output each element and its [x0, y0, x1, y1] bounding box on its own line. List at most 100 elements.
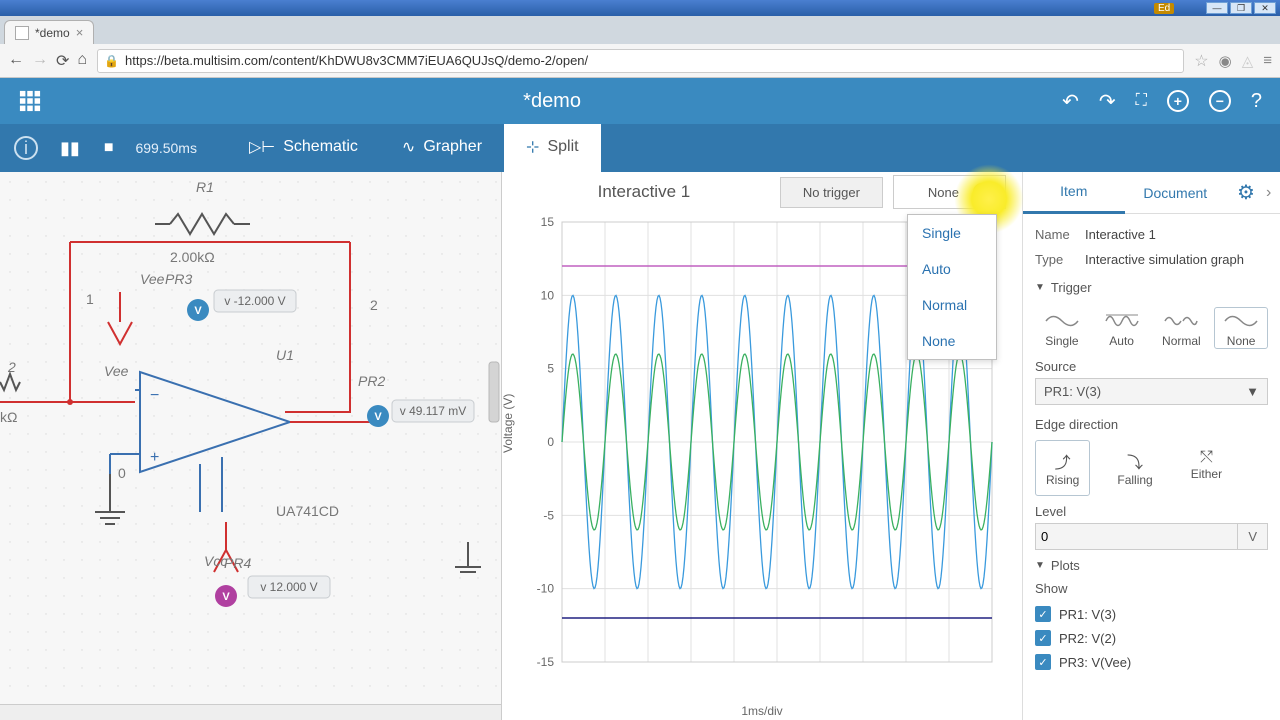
stop-icon[interactable]: ■	[104, 139, 114, 157]
tab-title: *demo	[35, 26, 70, 40]
svg-text:PR4: PR4	[224, 555, 251, 571]
lock-icon: 🔒	[104, 54, 119, 68]
svg-text:-10: -10	[537, 582, 555, 596]
dropdown-option-single[interactable]: Single	[908, 215, 996, 251]
trigger-mode-dropdown[interactable]: None ▼ Single Auto Normal None	[893, 175, 1006, 209]
svg-text:-5: -5	[543, 508, 554, 522]
zoom-in-button[interactable]: +	[1167, 90, 1189, 112]
svg-text:1: 1	[86, 291, 94, 307]
edge-label: Edge direction	[1035, 417, 1268, 432]
plot-checkbox-pr3[interactable]: ✓PR3: V(Vee)	[1035, 650, 1268, 674]
tab-grapher[interactable]: ∿ Grapher	[380, 124, 504, 172]
svg-text:−: −	[150, 387, 159, 404]
ext-icon-1[interactable]: ◉	[1219, 52, 1232, 70]
type-label: Type	[1035, 252, 1085, 267]
chevron-down-icon: ▼	[1035, 560, 1045, 571]
svg-text:U1: U1	[276, 347, 294, 363]
name-value: Interactive 1	[1085, 227, 1156, 242]
properties-sidebar: Item Document ⚙ › NameInteractive 1 Type…	[1022, 172, 1280, 720]
url-input[interactable]: 🔒 https://beta.multisim.com/content/KhDW…	[97, 49, 1184, 73]
ext-icon-2[interactable]: ◬	[1242, 52, 1254, 70]
split-icon: ⊹	[526, 137, 539, 157]
trigger-mode-normal[interactable]: Normal	[1155, 307, 1209, 349]
no-trigger-button[interactable]: No trigger	[780, 177, 883, 208]
svg-text:V: V	[194, 305, 202, 317]
y-axis-label: Voltage (V)	[501, 394, 515, 453]
fullscreen-icon[interactable]: ⛶	[1136, 92, 1147, 110]
svg-text:V: V	[222, 591, 230, 603]
chevron-down-icon: ▼	[1246, 384, 1259, 399]
sidebar-tab-item[interactable]: Item	[1023, 172, 1125, 214]
help-icon[interactable]: ?	[1251, 90, 1262, 113]
toolbar: i ▮▮ ■ 699.50ms ▷⊢ Schematic ∿ Grapher ⊹…	[0, 124, 1280, 172]
schematic-panel[interactable]: −+VVVv -12.000 Vv 49.117 mVv 12.000 VR12…	[0, 172, 502, 720]
minimize-button[interactable]: —	[1206, 2, 1228, 14]
svg-text:2: 2	[7, 359, 16, 375]
svg-text:0: 0	[547, 435, 554, 449]
name-label: Name	[1035, 227, 1085, 242]
horizontal-scrollbar[interactable]	[0, 704, 501, 720]
trigger-section[interactable]: ▼Trigger	[1035, 272, 1268, 301]
maximize-button[interactable]: ❐	[1230, 2, 1252, 14]
plots-section[interactable]: ▼Plots	[1035, 550, 1268, 579]
svg-text:UA741CD: UA741CD	[276, 503, 339, 519]
tab-schematic[interactable]: ▷⊢ Schematic	[227, 124, 380, 172]
level-input[interactable]	[1035, 523, 1238, 550]
trigger-mode-single[interactable]: Single	[1035, 307, 1089, 349]
trigger-mode-auto[interactable]: Auto	[1095, 307, 1149, 349]
edge-either[interactable]: ⤲Either	[1180, 440, 1233, 496]
checkbox-icon: ✓	[1035, 630, 1051, 646]
svg-text:5: 5	[547, 362, 554, 376]
redo-icon[interactable]: ↷	[1099, 89, 1116, 114]
app-menu-icon[interactable]	[0, 90, 60, 112]
trigger-mode-none[interactable]: None	[1214, 307, 1268, 349]
browser-tab[interactable]: *demo ×	[4, 20, 94, 44]
dropdown-option-auto[interactable]: Auto	[908, 251, 996, 287]
svg-text:2: 2	[370, 297, 378, 313]
svg-text:v 12.000 V: v 12.000 V	[260, 580, 317, 594]
level-label: Level	[1035, 504, 1268, 519]
svg-text:V: V	[374, 411, 382, 423]
checkbox-icon: ✓	[1035, 606, 1051, 622]
app-header: *demo ↶ ↷ ⛶ + − ?	[0, 78, 1280, 124]
graph-title: Interactive 1	[518, 182, 770, 202]
plot-checkbox-pr1[interactable]: ✓PR1: V(3)	[1035, 602, 1268, 626]
edge-falling[interactable]: ⤵Falling	[1106, 440, 1163, 496]
dropdown-option-normal[interactable]: Normal	[908, 287, 996, 323]
dropdown-option-none[interactable]: None	[908, 323, 996, 359]
gear-icon[interactable]: ⚙	[1226, 180, 1266, 205]
plot-checkbox-pr2[interactable]: ✓PR2: V(2)	[1035, 626, 1268, 650]
grapher-panel: Interactive 1 No trigger None ▼ Single A…	[502, 172, 1022, 720]
svg-text:v 49.117 mV: v 49.117 mV	[400, 404, 466, 418]
close-tab-icon[interactable]: ×	[76, 25, 84, 40]
reload-icon[interactable]: ⟳	[56, 51, 69, 71]
sidebar-tab-document[interactable]: Document	[1125, 173, 1227, 213]
window-titlebar: Ed — ❐ ✕	[0, 0, 1280, 16]
x-axis-label: 1ms/div	[741, 704, 782, 718]
chevron-right-icon[interactable]: ›	[1266, 184, 1280, 202]
svg-text:Vee: Vee	[140, 271, 165, 287]
svg-text:+: +	[150, 449, 159, 466]
edge-rising[interactable]: ⤴Rising	[1035, 440, 1090, 496]
tab-split[interactable]: ⊹ Split	[504, 124, 601, 172]
document-title: *demo	[60, 90, 1044, 113]
star-icon[interactable]: ☆	[1194, 51, 1208, 71]
source-select[interactable]: PR1: V(3)▼	[1035, 378, 1268, 405]
page-favicon	[15, 26, 29, 40]
svg-text:PR2: PR2	[358, 373, 385, 389]
svg-text:10: 10	[541, 288, 555, 302]
svg-text:R1: R1	[196, 179, 214, 195]
browser-addressbar: ← → ⟳ ⌂ 🔒 https://beta.multisim.com/cont…	[0, 44, 1280, 78]
svg-text:Vee: Vee	[104, 363, 129, 379]
info-icon[interactable]: i	[14, 136, 38, 160]
close-window-button[interactable]: ✕	[1254, 2, 1276, 14]
forward-icon[interactable]: →	[32, 51, 48, 71]
home-icon[interactable]: ⌂	[77, 51, 87, 71]
zoom-out-button[interactable]: −	[1209, 90, 1231, 112]
chevron-down-icon: ▼	[1035, 282, 1045, 293]
menu-icon[interactable]: ≡	[1263, 52, 1272, 70]
back-icon[interactable]: ←	[8, 51, 24, 71]
svg-text:15: 15	[541, 215, 555, 229]
undo-icon[interactable]: ↶	[1062, 89, 1079, 114]
pause-icon[interactable]: ▮▮	[60, 138, 80, 159]
